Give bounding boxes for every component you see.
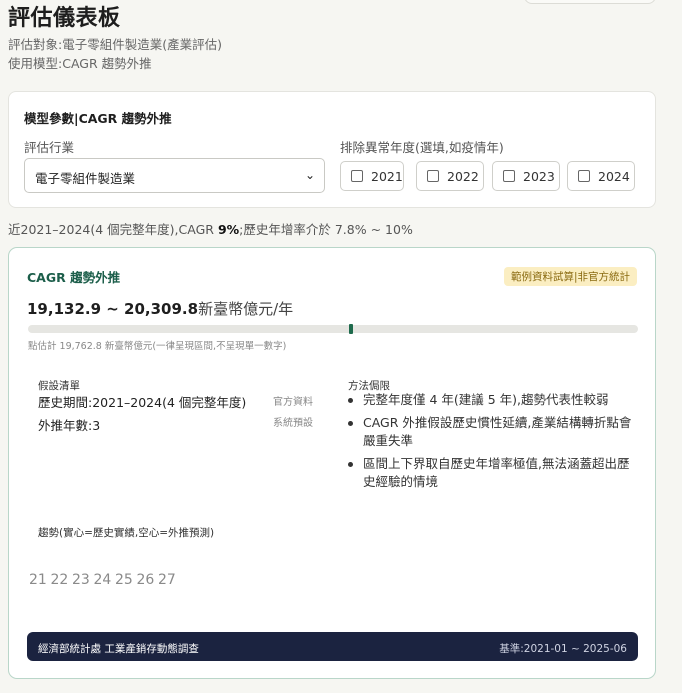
sample-data-badge: 範例資料試算|非官方統計 <box>503 267 637 286</box>
x-tick-label: 24 <box>94 572 112 588</box>
top-action-pill[interactable] <box>524 0 656 4</box>
chevron-down-icon: ⌄ <box>304 168 315 182</box>
source-footer: 經濟部統計處 工業產銷存動態調查 基準:2021-01 ~ 2025-06 <box>27 632 638 661</box>
assumptions-title: 假設清單 <box>38 380 80 392</box>
assumption-item: 歷史期間:2021–2024(4 個完整年度) <box>38 395 247 410</box>
cagr-value: 9% <box>217 222 240 237</box>
year-label: 2022 <box>447 168 479 184</box>
year-checkbox-2022[interactable]: 2022 <box>416 161 484 191</box>
limit-item: 完整年度僅 4 年(建議 5 年),趨勢代表性較弱 <box>348 391 633 409</box>
model-used: 使用模型:CAGR 趨勢外推 <box>8 56 152 71</box>
cagr-summary: 近2021–2024(4 個完整年度),CAGR 9%;歷史年增率介於 7.8%… <box>8 222 413 237</box>
bullet-icon <box>348 462 353 467</box>
assumption-source: 系統預設 <box>273 418 313 429</box>
year-label: 2023 <box>523 168 555 184</box>
cagr-result-card: CAGR 趨勢外推 範例資料試算|非官方統計 19,132.9 ~ 20,309… <box>8 247 656 679</box>
bullet-icon <box>348 421 353 426</box>
data-period: 基準:2021-01 ~ 2025-06 <box>499 643 627 655</box>
assessment-target: 評估對象:電子零組件製造業(產業評估) <box>8 37 222 52</box>
x-tick-label: 23 <box>72 572 90 588</box>
x-tick-label: 27 <box>158 572 176 588</box>
year-label: 2021 <box>371 168 403 184</box>
trend-title: 趨勢(實心=歷史實績,空心=外推預測) <box>38 527 215 539</box>
trend-chart: 21 22 23 24 25 26 27 <box>29 572 176 588</box>
checkbox-icon <box>578 170 590 182</box>
checkbox-icon <box>351 170 363 182</box>
estimate-range: 19,132.9 ~ 20,309.8新臺幣億元/年 <box>27 300 294 318</box>
range-high: 20,309.8 <box>124 300 199 318</box>
assumption-item: 外推年數:3 <box>38 418 101 433</box>
model-params-card: 模型參數|CAGR 趨勢外推 評估行業 電子零組件製造業 ⌄ 排除異常年度(選填… <box>8 91 656 208</box>
data-source: 經濟部統計處 工業產銷存動態調查 <box>38 643 199 655</box>
limit-item: 區間上下界取自歷史年增率極值,無法涵蓋超出歷史經驗的情境 <box>348 455 633 491</box>
page-title: 評估儀表板 <box>8 6 121 31</box>
range-low: 19,132.9 <box>27 300 102 318</box>
assumption-source: 官方資料 <box>273 397 313 408</box>
year-checkbox-2024[interactable]: 2024 <box>567 161 635 191</box>
point-estimate-marker <box>349 324 354 334</box>
checkbox-icon <box>503 170 515 182</box>
limit-item: CAGR 外推假設歷史慣性延續,產業結構轉折點會嚴重失準 <box>348 414 633 450</box>
year-label: 2024 <box>598 168 630 184</box>
x-tick-label: 25 <box>115 572 133 588</box>
year-checkbox-2023[interactable]: 2023 <box>492 161 560 191</box>
range-unit: 新臺幣億元/年 <box>198 300 294 318</box>
x-tick-label: 21 <box>29 572 47 588</box>
industry-select[interactable]: 電子零組件製造業 ⌄ <box>24 158 325 193</box>
x-tick-label: 22 <box>51 572 69 588</box>
point-estimate-note: 點估計 19,762.8 新臺幣億元(一律呈現區間,不呈現單一數字) <box>28 341 287 352</box>
params-title: 模型參數|CAGR 趨勢外推 <box>24 111 172 126</box>
industry-label: 評估行業 <box>24 140 75 155</box>
result-title: CAGR 趨勢外推 <box>27 270 121 285</box>
checkbox-icon <box>427 170 439 182</box>
exclude-years-label: 排除異常年度(選填,如疫情年) <box>340 140 504 155</box>
bullet-icon <box>348 398 353 403</box>
x-tick-label: 26 <box>137 572 155 588</box>
range-bar <box>28 324 638 334</box>
limits-list: 完整年度僅 4 年(建議 5 年),趨勢代表性較弱 CAGR 外推假設歷史慣性延… <box>348 391 633 496</box>
industry-select-value: 電子零組件製造業 <box>35 171 136 186</box>
year-checkbox-2021[interactable]: 2021 <box>340 161 404 191</box>
